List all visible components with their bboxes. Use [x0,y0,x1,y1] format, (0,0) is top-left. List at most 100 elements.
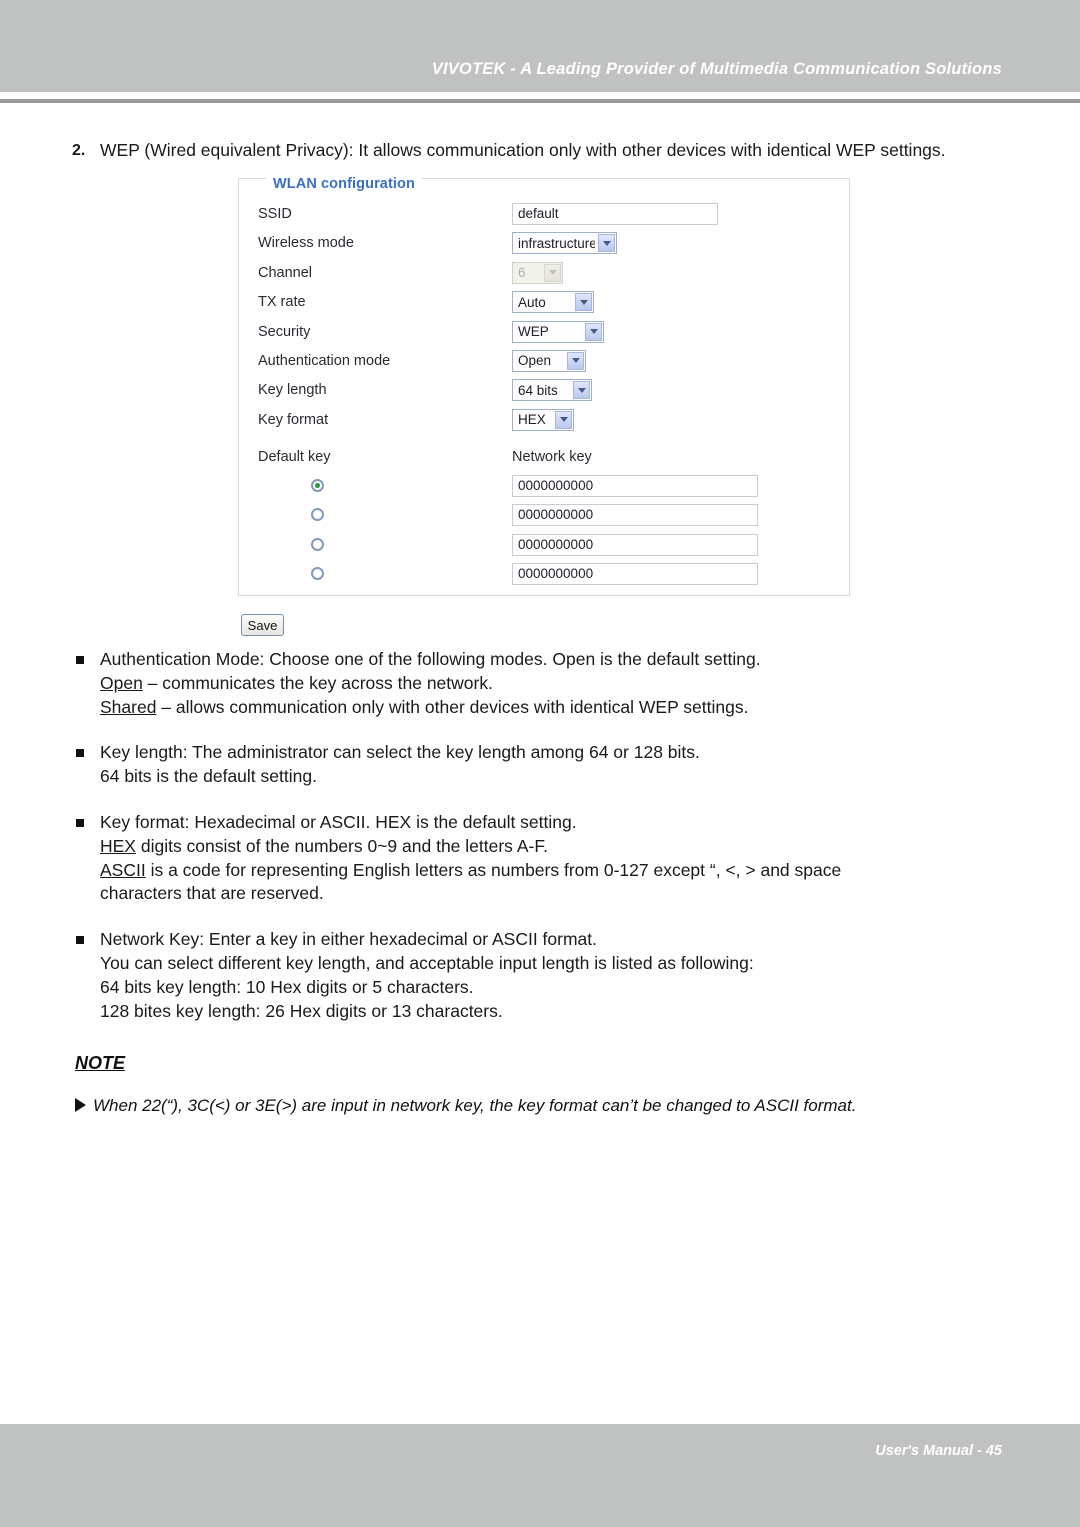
inline-underline: HEX [100,835,136,856]
ssid-input[interactable]: default [512,203,718,225]
network-key-input-3[interactable]: 0000000000 [512,533,758,556]
default-key-radio-2[interactable] [311,508,324,522]
label-ssid: SSID [258,206,292,222]
key-length-value: 64 bits [518,382,558,398]
manual-page: VIVOTEK - A Leading Provider of Multimed… [0,0,1080,1527]
bullet-line: Shared – allows communication only with … [100,696,1022,720]
label-tx-rate: TX rate [258,294,306,311]
network-key-input-4[interactable]: 0000000000 [512,563,758,586]
form-row-key-length: Key length 64 bits [258,379,838,411]
bullet-network-key: Network Key: Enter a key in either hexad… [72,928,1022,1023]
triangle-right-icon [75,1098,86,1112]
note-body: When 22(“), 3C(<) or 3E(>) are input in … [75,1094,1025,1118]
network-key-header: Network key [512,449,592,465]
control-key-length: 64 bits [512,379,592,402]
chevron-down-icon [585,322,602,341]
bullet-line: Authentication Mode: Choose one of the f… [100,649,761,669]
bullet-line: 64 bits is the default setting. [100,766,317,787]
tx-rate-value: Auto [518,294,546,310]
key-length-select[interactable]: 64 bits [512,379,592,402]
control-wireless-mode: infrastructure [512,232,617,255]
bullet-square-icon [76,936,84,945]
note-text: When 22(“), 3C(<) or 3E(>) are input in … [93,1096,857,1115]
inline-text: – allows communication only with other d… [156,696,749,717]
save-button[interactable]: Save [241,614,284,636]
bullet-square-icon [76,656,84,664]
default-key-radio-1[interactable] [311,479,324,492]
control-channel: 6 [512,261,563,284]
label-key-format: Key format [258,411,329,428]
inline-text: is a code for representing English lette… [145,859,842,880]
control-ssid: default [512,203,718,225]
inline-underline: Shared [100,696,157,717]
key-table-header: Default key Network key [258,449,838,471]
bullet-line: You can select different key length, and… [100,952,754,973]
form-row-key-format: Key format HEX [258,408,838,441]
control-tx-rate: Auto [512,291,594,314]
control-authentication-mode: Open [512,349,586,372]
chevron-down-icon [567,351,584,370]
authentication-mode-value: Open [518,353,552,369]
label-wireless-mode: Wireless mode [258,235,354,252]
bullet-line: ASCII is a code for representing English… [100,859,1022,883]
header-divider [0,99,1080,103]
channel-select: 6 [512,261,563,284]
form-row-tx-rate: TX rate Auto [258,291,838,323]
key-table-rows: 0000000000 0000000000 0000000000 0000000… [258,475,838,593]
key-format-select[interactable]: HEX [512,408,574,431]
network-key-input-1[interactable]: 0000000000 [512,475,758,497]
control-key-format: HEX [512,408,574,431]
inline-underline: Open [100,672,143,693]
channel-value: 6 [518,265,526,281]
key-row: 0000000000 [258,563,838,592]
bullet-line: HEX digits consist of the numbers 0~9 an… [100,835,1022,859]
bullet-line: Key format: Hexadecimal or ASCII. HEX is… [100,811,577,832]
chevron-down-icon [573,381,590,400]
form-row-wireless-mode: Wireless mode infrastructure [258,232,838,264]
bullet-line: Network Key: Enter a key in either hexad… [100,929,598,950]
default-key-header: Default key [258,449,331,465]
bullet-line: 128 bites key length: 26 Hex digits or 1… [100,1000,503,1021]
note-title: NOTE [75,1053,126,1073]
label-security: Security [258,323,311,340]
chevron-down-icon [575,293,592,312]
bullet-square-icon [76,818,84,827]
chevron-down-icon [544,263,561,282]
intro-number: 2. [72,142,86,159]
wireless-mode-value: infrastructure [518,235,595,251]
inline-text: – communicates the key across the networ… [142,672,493,693]
wlan-form-rows: SSID default Wireless mode infrastructur… [258,203,838,441]
bullet-line: Key length: The administrator can select… [100,742,700,763]
form-row-channel: Channel 6 [258,261,838,294]
bullet-authentication-mode: Authentication Mode: Choose one of the f… [72,648,1022,719]
default-key-radio-3[interactable] [311,537,324,551]
key-row: 0000000000 [258,475,838,504]
wlan-configuration-legend: WLAN configuration [266,176,422,192]
default-key-radio-4[interactable] [311,567,324,581]
inline-underline: ASCII [100,859,146,880]
bullet-line: characters that are reserved. [100,883,324,904]
bullet-list: Authentication Mode: Choose one of the f… [72,648,1022,1045]
network-key-input-2[interactable]: 0000000000 [512,504,758,527]
key-row: 0000000000 [258,533,838,563]
intro-numbered-item: 2. WEP (Wired equivalent Privacy): It al… [72,138,1012,163]
tx-rate-select[interactable]: Auto [512,291,594,314]
key-format-value: HEX [518,412,546,428]
control-security: WEP [512,320,604,343]
page-footer-text: User's Manual - 45 [875,1443,1002,1459]
page-footer-band [0,1424,1080,1527]
security-value: WEP [518,324,549,340]
chevron-down-icon [598,234,615,253]
label-channel: Channel [258,264,313,281]
page-header-title: VIVOTEK - A Leading Provider of Multimed… [431,60,1002,78]
form-row-authentication-mode: Authentication mode Open [258,349,838,382]
form-row-security: Security WEP [258,320,838,353]
form-row-ssid: SSID default [258,203,838,235]
intro-text: WEP (Wired equivalent Privacy): It allow… [100,140,946,160]
bullet-square-icon [76,749,84,758]
authentication-mode-select[interactable]: Open [512,349,586,372]
wireless-mode-select[interactable]: infrastructure [512,232,617,255]
label-authentication-mode: Authentication mode [258,352,391,369]
key-row: 0000000000 [258,504,838,533]
security-select[interactable]: WEP [512,320,604,343]
